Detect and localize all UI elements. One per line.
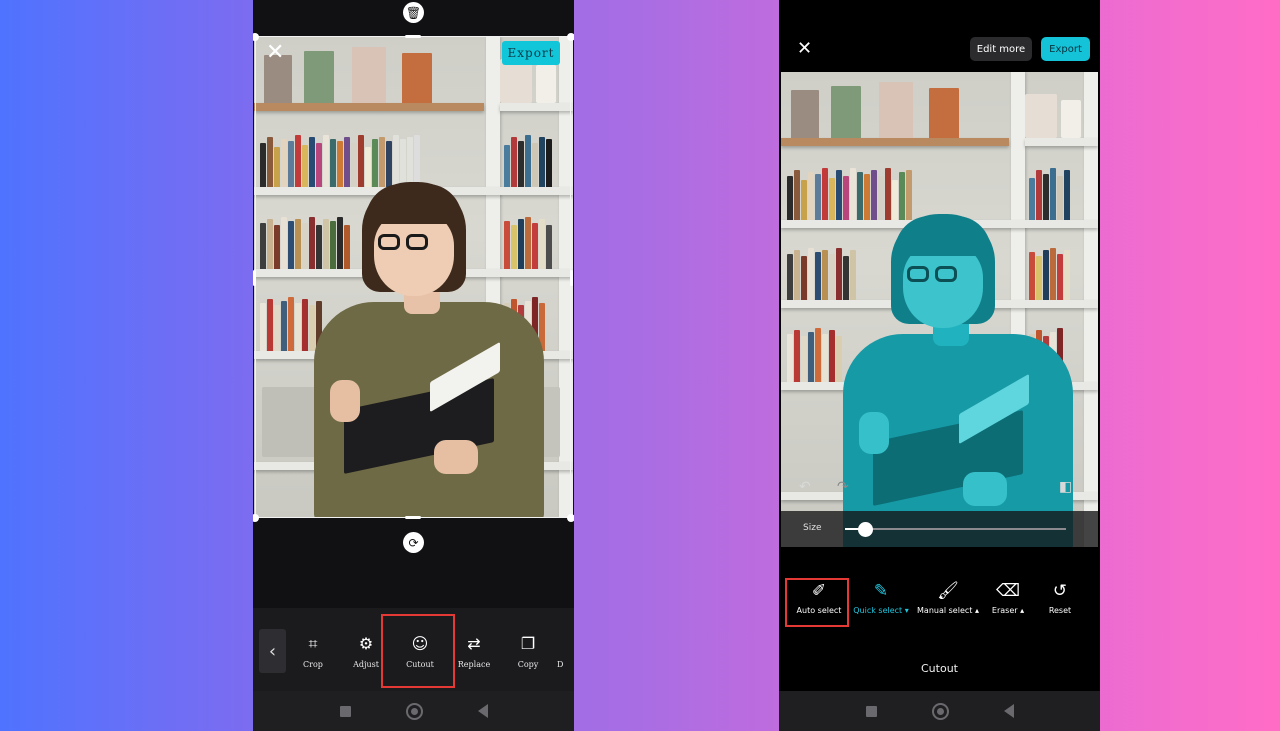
tool-crop-label: Crop <box>303 660 323 669</box>
manual-select-label: Manual select ▴ <box>917 606 979 615</box>
rotate-layer-button[interactable]: ⟳ <box>403 532 424 553</box>
close-icon[interactable]: ✕ <box>797 40 812 58</box>
brush-size-bar: Size <box>781 511 1098 547</box>
edge-handle-right[interactable] <box>570 270 573 286</box>
trash-icon: 🗑 <box>405 5 422 20</box>
reset-label: Reset <box>1048 606 1072 615</box>
eraser-label: Eraser ▴ <box>991 606 1025 615</box>
rotate-icon: ⟳ <box>408 535 419 550</box>
home-icon[interactable] <box>405 702 423 720</box>
android-nav-bar <box>253 691 574 731</box>
left-phone-screen: 🗑 ✕ Export ⟳ ‹ ⌗ Crop ⚙ Adjust ☺ Cutout … <box>253 0 574 731</box>
crop-icon: ⌗ <box>308 634 318 653</box>
close-icon[interactable]: ✕ <box>266 42 284 64</box>
copy-icon: ❐ <box>520 634 536 653</box>
corner-handle-bottom-right[interactable] <box>567 514 574 522</box>
edge-handle-top[interactable] <box>405 35 421 38</box>
export-button[interactable]: Export <box>502 41 560 65</box>
quick-select-label: Quick select ▾ <box>853 606 909 615</box>
size-slider-knob[interactable] <box>857 522 873 537</box>
reset-tool[interactable]: ↺ Reset <box>1039 580 1081 615</box>
cutout-highlight-box <box>381 614 455 688</box>
size-label: Size <box>803 523 822 533</box>
toolbar-back-button[interactable]: ‹ <box>259 629 286 673</box>
tool-copy-label: Copy <box>517 660 539 669</box>
cutout-preview-canvas[interactable]: ↶ ↷ ◧ <box>781 72 1098 547</box>
corner-handle-top-right[interactable] <box>567 33 574 41</box>
eraser-tool[interactable]: ⌫ Eraser ▴ <box>983 580 1033 615</box>
selected-subject <box>833 214 1083 547</box>
eraser-icon: ⌫ <box>995 581 1021 601</box>
compare-icon[interactable]: ◧ <box>1059 480 1072 494</box>
edge-handle-bottom[interactable] <box>405 516 421 519</box>
edit-more-button[interactable]: Edit more <box>970 37 1032 61</box>
chevron-left-icon: ‹ <box>268 640 277 662</box>
export-button[interactable]: Export <box>1041 37 1090 61</box>
android-nav-bar <box>779 691 1100 731</box>
tool-copy[interactable]: ❐ Copy <box>503 634 553 669</box>
replace-icon: ⇄ <box>467 634 481 653</box>
tool-replace[interactable]: ⇄ Replace <box>449 634 499 669</box>
home-icon[interactable] <box>931 702 949 720</box>
quick-select-icon: ✎ <box>873 581 889 601</box>
brush-icon: 🖌 <box>937 581 959 601</box>
undo-icon[interactable]: ↶ <box>799 480 811 494</box>
quick-select-tool[interactable]: ✎ Quick select ▾ <box>851 580 911 615</box>
reset-icon: ↺ <box>1052 581 1068 601</box>
panel-title: Cutout <box>921 662 958 675</box>
manual-select-tool[interactable]: 🖌 Manual select ▴ <box>915 580 981 615</box>
corner-handle-bottom-left[interactable] <box>253 514 259 522</box>
tool-overflow-label: D <box>557 660 564 669</box>
back-icon[interactable] <box>1003 704 1014 718</box>
redo-icon[interactable]: ↷ <box>837 480 849 494</box>
tool-crop[interactable]: ⌗ Crop <box>288 634 338 669</box>
right-phone-screen: ✕ Edit more Export ↶ ↷ ◧ Size ✐ Auto sel… <box>779 0 1100 731</box>
auto-select-highlight-box <box>785 578 849 627</box>
delete-layer-button[interactable]: 🗑 <box>403 2 424 23</box>
edge-handle-left[interactable] <box>253 270 256 286</box>
selection-frame[interactable] <box>255 36 571 518</box>
recent-apps-icon[interactable] <box>865 705 877 717</box>
back-icon[interactable] <box>477 704 488 718</box>
tool-replace-label: Replace <box>457 660 491 669</box>
tool-overflow[interactable]: D <box>557 634 574 669</box>
recent-apps-icon[interactable] <box>339 705 351 717</box>
size-slider[interactable] <box>845 522 1066 537</box>
